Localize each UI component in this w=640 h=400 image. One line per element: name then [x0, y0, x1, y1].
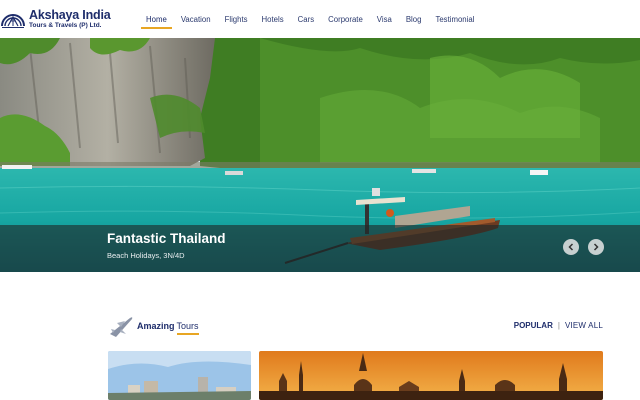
nav-item-hotels[interactable]: Hotels — [262, 0, 284, 38]
nav-item-home[interactable]: Home — [141, 0, 172, 38]
nav-item-flights[interactable]: Flights — [225, 0, 248, 38]
chevron-left-icon — [568, 243, 574, 251]
nav-item-testimonial[interactable]: Testimonial — [435, 0, 474, 38]
filter-view-all[interactable]: VIEW ALL — [565, 321, 603, 330]
tours-filters: POPULAR | VIEW ALL — [514, 321, 603, 330]
chevron-right-icon — [593, 243, 599, 251]
filter-popular[interactable]: POPULAR — [514, 321, 553, 330]
tour-card[interactable] — [259, 351, 603, 400]
main-nav: Home Vacation Flights Hotels Cars Corpor… — [141, 0, 488, 38]
filter-separator: | — [557, 321, 560, 330]
nav-item-visa[interactable]: Visa — [377, 0, 392, 38]
brand-name: Akshaya India — [29, 7, 111, 22]
nav-item-cars[interactable]: Cars — [298, 0, 314, 38]
hero-title: Fantastic Thailand — [107, 231, 226, 246]
hero-subtitle: Beach Holidays, 3N/4D — [107, 251, 185, 260]
brand-subtitle: Tours & Travels (P) Ltd. — [29, 22, 102, 29]
airplane-icon — [110, 317, 133, 337]
tours-heading-light: Tours — [176, 321, 199, 335]
tours-section: Amazing Tours POPULAR | VIEW ALL — [0, 272, 640, 400]
slider-next-button[interactable] — [588, 239, 604, 255]
tours-heading-bold: Amazing — [137, 321, 175, 331]
site-header: Akshaya India Tours & Travels (P) Ltd. H… — [0, 0, 640, 38]
logo[interactable]: Akshaya India Tours & Travels (P) Ltd. — [0, 6, 111, 32]
hero-caption-band — [0, 225, 640, 272]
nav-item-vacation[interactable]: Vacation — [181, 0, 211, 38]
slider-prev-button[interactable] — [563, 239, 579, 255]
nav-item-blog[interactable]: Blog — [406, 0, 422, 38]
hero-slider: Fantastic Thailand Beach Holidays, 3N/4D — [0, 38, 640, 272]
tour-card[interactable] — [108, 351, 251, 400]
tours-heading: Amazing Tours — [107, 312, 199, 340]
nav-item-corporate[interactable]: Corporate — [328, 0, 363, 38]
logo-icon — [1, 14, 25, 28]
tour-card-image — [259, 351, 603, 400]
tour-card-image — [108, 351, 251, 400]
